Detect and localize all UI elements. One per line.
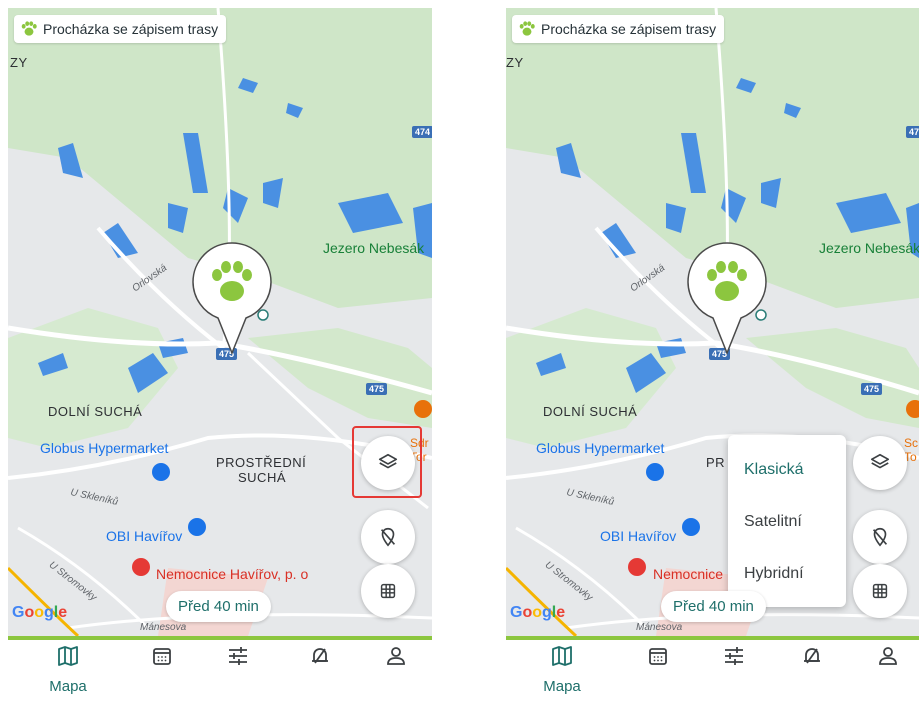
- shopping-cart-icon[interactable]: [152, 463, 170, 481]
- restaurant-icon[interactable]: [906, 400, 919, 418]
- activity-title-chip: Procházka se zápisem trasy: [512, 15, 725, 43]
- shopping-bag-icon[interactable]: [188, 518, 206, 536]
- map-label-street: Mánesova: [140, 622, 187, 633]
- app-screen-menu-open: Procházka se zápisem trasy ZY Jezero Neb…: [506, 8, 919, 716]
- map-label-poi: OBI Havířov: [106, 528, 183, 544]
- nav-item-filters[interactable]: [208, 644, 268, 668]
- nav-item-profile[interactable]: [858, 644, 918, 668]
- map-label-street: Mánesova: [636, 622, 683, 633]
- nav-item-notifications[interactable]: [782, 644, 842, 668]
- time-ago-chip: Před 40 min: [661, 591, 766, 622]
- location-toggle-button[interactable]: [361, 510, 415, 564]
- menu-option-satellite[interactable]: Satelitní: [744, 513, 802, 531]
- calendar-icon: [649, 648, 667, 665]
- map-label-district: DOLNÍ SUCHÁ: [48, 404, 143, 419]
- map-label-district: SUCHÁ: [238, 470, 287, 485]
- grid-button[interactable]: [853, 564, 907, 618]
- map-label-fragment: ZY: [10, 55, 28, 70]
- shopping-cart-icon[interactable]: [646, 463, 664, 481]
- nav-item-map[interactable]: Mapa: [532, 644, 592, 695]
- map-label-fragment: ZY: [506, 55, 524, 70]
- road-number-badge: 47: [906, 126, 919, 138]
- road-number-badge: 475: [366, 383, 388, 395]
- bottom-navigation: Mapa: [506, 640, 919, 716]
- nav-label-map: Mapa: [543, 678, 581, 695]
- location-off-icon: [380, 527, 396, 547]
- activity-title: Procházka se zápisem trasy: [541, 21, 717, 37]
- bottom-navigation: Mapa: [8, 640, 432, 716]
- map-layers-button[interactable]: [853, 436, 907, 490]
- filter-icon: [229, 647, 247, 665]
- activity-title-chip: Procházka se zápisem trasy: [14, 15, 227, 43]
- nav-item-calendar[interactable]: [628, 644, 688, 668]
- nav-item-map[interactable]: Mapa: [38, 644, 98, 695]
- shopping-bag-icon[interactable]: [682, 518, 700, 536]
- map-type-menu: Klasická Satelitní Hybridní: [728, 435, 846, 607]
- location-pin-marker[interactable]: [686, 241, 768, 355]
- restaurant-icon[interactable]: [414, 400, 432, 418]
- layers-icon: [870, 453, 890, 469]
- activity-title: Procházka se zápisem trasy: [43, 21, 219, 37]
- map-label-poi: OBI Havířov: [600, 528, 677, 544]
- location-toggle-button[interactable]: [853, 510, 907, 564]
- hospital-icon[interactable]: [132, 558, 150, 576]
- time-ago-chip: Před 40 min: [166, 591, 271, 622]
- google-logo: Google: [510, 604, 566, 621]
- location-off-icon: [872, 527, 888, 547]
- nav-label-map: Mapa: [49, 678, 87, 695]
- layers-button-highlight: [352, 426, 422, 498]
- nav-item-profile[interactable]: [366, 644, 426, 668]
- map-label-district: PROSTŘEDNÍ: [216, 455, 307, 470]
- map-label-poi: Nemocnice: [653, 566, 724, 582]
- calendar-icon: [153, 648, 171, 665]
- map-label-fragment: Sc: [904, 436, 919, 450]
- road-number-badge: 474: [412, 126, 432, 138]
- nav-item-notifications[interactable]: [290, 644, 350, 668]
- nav-item-filters[interactable]: [704, 644, 764, 668]
- paw-icon: [519, 21, 535, 36]
- profile-icon: [387, 647, 405, 665]
- map-label-district: DOLNÍ SUCHÁ: [543, 404, 638, 419]
- map-icon: [552, 646, 572, 666]
- map-label-lake: Jezero Nebesák: [819, 240, 919, 256]
- map-label-poi: Globus Hypermarket: [40, 440, 169, 456]
- grid-button[interactable]: [361, 564, 415, 618]
- map-label-poi: Nemocnice Havířov, p. o: [156, 566, 309, 582]
- map-label-lake: Jezero Nebesák: [323, 240, 425, 256]
- map-view[interactable]: Procházka se zápisem trasy ZY Jezero Neb…: [506, 8, 919, 636]
- map-icon: [58, 646, 78, 666]
- map-label-poi: Globus Hypermarket: [536, 440, 665, 456]
- globe-grid-icon: [872, 583, 888, 599]
- notification-icon: [804, 648, 820, 664]
- map-view[interactable]: Procházka se zápisem trasy ZY Jezero Neb…: [8, 8, 432, 636]
- location-pin-marker[interactable]: [191, 241, 273, 355]
- map-label-district: PR: [706, 455, 726, 470]
- menu-option-hybrid[interactable]: Hybridní: [744, 565, 804, 583]
- road-number-badge: 475: [861, 383, 883, 395]
- nav-item-calendar[interactable]: [132, 644, 192, 668]
- menu-option-classic[interactable]: Klasická: [744, 461, 804, 479]
- app-screen-default: Procházka se zápisem trasy ZY Jezero Neb…: [8, 8, 432, 716]
- filter-icon: [725, 647, 743, 665]
- google-logo: Google: [12, 604, 68, 621]
- notification-icon: [312, 648, 328, 664]
- hospital-icon[interactable]: [628, 558, 646, 576]
- paw-icon: [21, 21, 37, 36]
- profile-icon: [879, 647, 897, 665]
- globe-grid-icon: [380, 583, 396, 599]
